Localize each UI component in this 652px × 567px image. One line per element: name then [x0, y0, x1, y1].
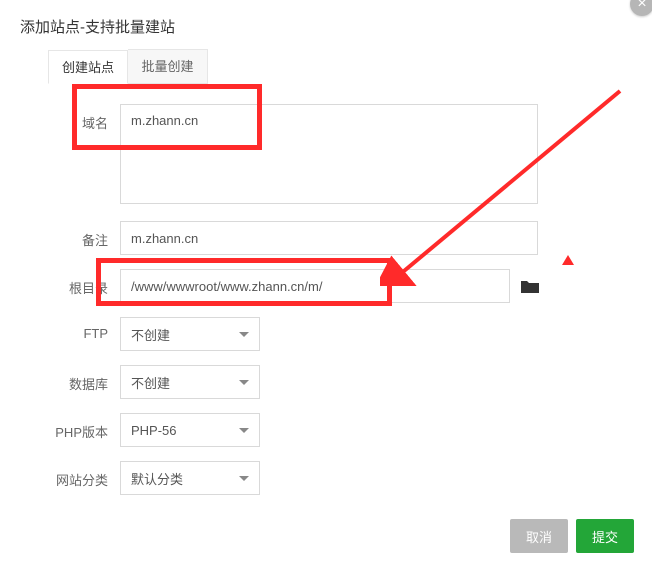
tab-batch-create[interactable]: 批量创建 — [128, 49, 208, 83]
tabs: 创建站点 批量创建 — [48, 49, 208, 84]
chevron-down-icon — [239, 476, 249, 481]
label-domain: 域名 — [48, 104, 120, 132]
label-rootdir: 根目录 — [48, 269, 120, 297]
chevron-down-icon — [239, 380, 249, 385]
add-site-dialog: × 添加站点-支持批量建站 创建站点 批量创建 域名 m.zhann.cn 备注… — [0, 0, 652, 567]
tab-create-site[interactable]: 创建站点 — [48, 50, 128, 84]
ftp-select[interactable]: 不创建 — [120, 317, 260, 351]
chevron-down-icon — [239, 428, 249, 433]
remark-input[interactable] — [120, 221, 538, 255]
folder-icon[interactable] — [516, 269, 544, 303]
php-select-value: PHP-56 — [131, 423, 177, 438]
domain-input[interactable]: m.zhann.cn — [120, 104, 538, 204]
label-php: PHP版本 — [48, 413, 120, 441]
label-database: 数据库 — [48, 365, 120, 393]
ftp-select-value: 不创建 — [131, 325, 170, 344]
validation-marker-icon — [562, 255, 574, 265]
submit-button[interactable]: 提交 — [576, 519, 634, 553]
chevron-down-icon — [239, 332, 249, 337]
database-select-value: 不创建 — [131, 373, 170, 392]
category-select-value: 默认分类 — [131, 469, 183, 488]
label-category: 网站分类 — [48, 461, 120, 489]
cancel-button[interactable]: 取消 — [510, 519, 568, 553]
dialog-title: 添加站点-支持批量建站 — [0, 0, 652, 49]
rootdir-input[interactable] — [120, 269, 510, 303]
database-select[interactable]: 不创建 — [120, 365, 260, 399]
label-ftp: FTP — [48, 317, 120, 341]
label-remark: 备注 — [48, 221, 120, 249]
category-select[interactable]: 默认分类 — [120, 461, 260, 495]
php-select[interactable]: PHP-56 — [120, 413, 260, 447]
dialog-footer: 取消 提交 — [510, 519, 634, 553]
